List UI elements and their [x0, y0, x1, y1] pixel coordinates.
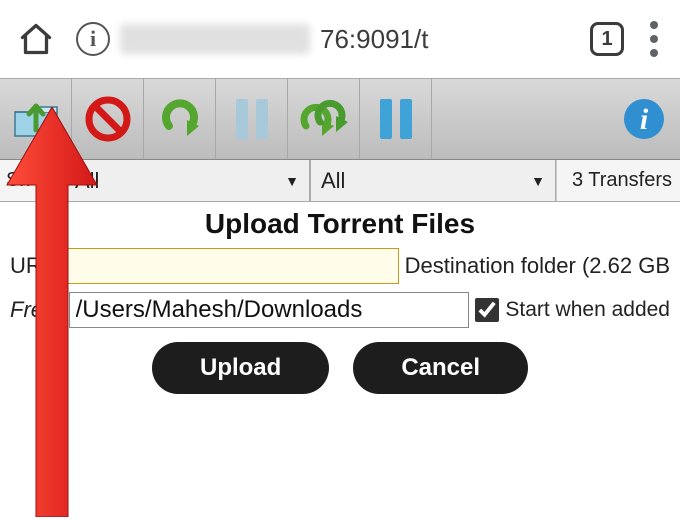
- filter-bar: Sh All ▼ All ▼ 3 Transfers: [0, 160, 680, 202]
- pause-torrent-button[interactable]: [216, 79, 288, 159]
- app-toolbar: i: [0, 78, 680, 160]
- tabs-count-value: 1: [601, 28, 612, 51]
- url-bar[interactable]: i 76:9091/t: [76, 22, 568, 56]
- url-label: URL: [10, 253, 54, 279]
- dialog-title: Upload Torrent Files: [10, 208, 670, 240]
- filter-tracker-value: All: [321, 168, 345, 194]
- browser-menu-button[interactable]: [646, 17, 662, 61]
- url-visible-text: 76:9091/t: [320, 24, 428, 55]
- info-button[interactable]: i: [608, 96, 680, 142]
- free-space-label: Fre.):: [10, 297, 63, 323]
- home-icon[interactable]: [18, 21, 54, 57]
- filter-state-value: All: [75, 168, 99, 194]
- cancel-button[interactable]: Cancel: [353, 342, 528, 394]
- chevron-down-icon: ▼: [285, 173, 299, 189]
- show-label: Sh: [0, 160, 64, 201]
- transfer-count-label: 3 Transfers: [556, 160, 680, 201]
- tabs-count-button[interactable]: 1: [590, 22, 624, 56]
- open-torrent-button[interactable]: [0, 79, 72, 159]
- remove-torrent-button[interactable]: [72, 79, 144, 159]
- filter-tracker-select[interactable]: All ▼: [310, 160, 556, 201]
- start-when-added-label: Start when added: [505, 298, 670, 322]
- destination-folder-input[interactable]: [69, 292, 470, 328]
- site-info-icon[interactable]: i: [76, 22, 110, 56]
- destination-label: Destination folder (2.62 GB: [405, 253, 670, 279]
- upload-button[interactable]: Upload: [152, 342, 329, 394]
- url-input[interactable]: [60, 248, 399, 284]
- pause-all-button[interactable]: [360, 79, 432, 159]
- start-all-button[interactable]: [288, 79, 360, 159]
- url-obscured-ip: [120, 24, 310, 54]
- filter-state-select[interactable]: All ▼: [64, 160, 310, 201]
- start-torrent-button[interactable]: [144, 79, 216, 159]
- browser-top-bar: i 76:9091/t 1: [0, 0, 680, 78]
- start-when-added-checkbox[interactable]: [475, 298, 499, 322]
- svg-text:i: i: [640, 103, 649, 136]
- upload-dialog: Upload Torrent Files URL Destination fol…: [0, 202, 680, 394]
- chevron-down-icon: ▼: [531, 173, 545, 189]
